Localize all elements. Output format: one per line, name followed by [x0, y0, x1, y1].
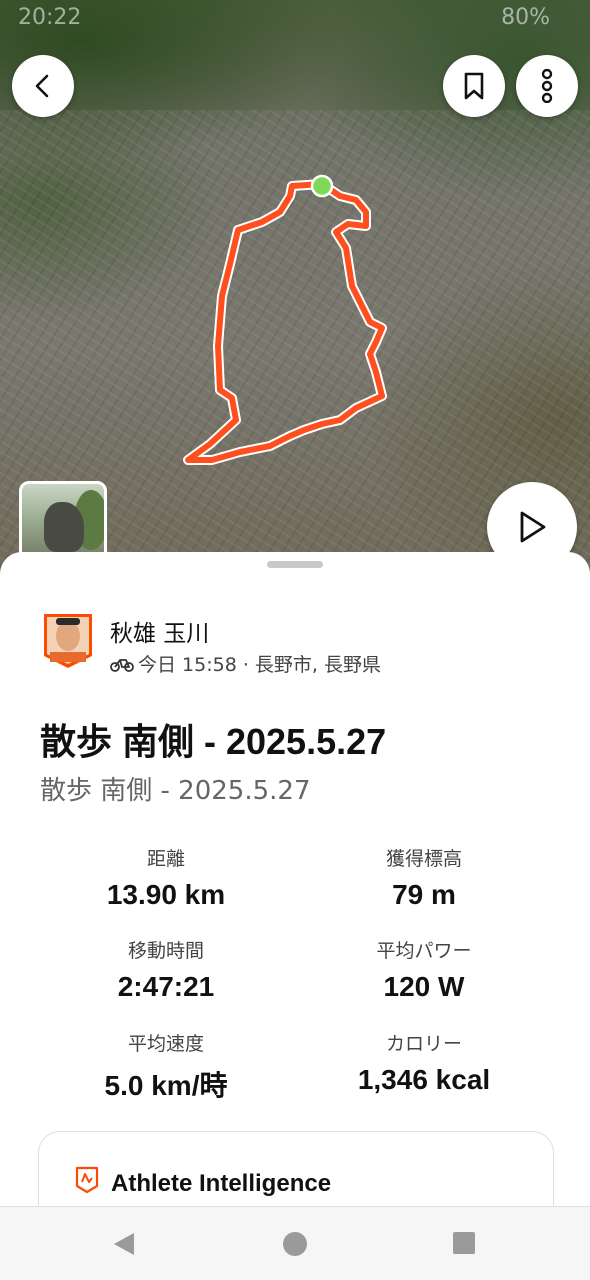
status-time: 20:22 [18, 5, 82, 30]
chevron-left-icon [35, 74, 49, 98]
nav-back-icon[interactable] [112, 1231, 136, 1257]
stat-value: 2:47:21 [117, 971, 215, 1002]
stat-label: 距離 [146, 848, 185, 870]
athlete-intelligence-icon [75, 1166, 99, 1194]
stat-label: 平均パワー [376, 940, 472, 962]
athlete-name[interactable]: 秋雄 玉川 [110, 614, 209, 648]
activity-sheet: 秋雄 玉川 今日 15:58 · 長野市, 長野県 散歩 南側 - 2025.5… [0, 552, 590, 1279]
stat-value: 120 W [383, 971, 465, 1002]
stat-value: 5.0 km/時 [104, 1070, 228, 1101]
stat-elevation-gain: 獲得標高 79 m [294, 844, 554, 911]
play-icon [520, 511, 546, 543]
stat-value: 79 m [392, 879, 456, 910]
back-button[interactable] [12, 55, 74, 117]
activity-title: 散歩 南側 - 2025.5.27 [40, 721, 387, 762]
more-options-button[interactable] [516, 55, 578, 117]
start-marker [310, 174, 334, 198]
activity-description: 散歩 南側 - 2025.5.27 [40, 776, 311, 806]
athlete-header[interactable]: 秋雄 玉川 今日 15:58 · 長野市, 長野県 [40, 612, 560, 676]
nav-recents-icon[interactable] [452, 1231, 476, 1255]
sheet-drag-handle[interactable] [267, 561, 323, 568]
avatar[interactable] [42, 612, 94, 670]
route-map[interactable]: 20:22 80% [0, 0, 590, 580]
bike-icon [110, 658, 134, 672]
stat-value: 1,346 kcal [357, 1064, 491, 1095]
stat-label: 移動時間 [127, 940, 204, 962]
more-vertical-icon [541, 69, 553, 103]
activity-time-location: 今日 15:58 · 長野市, 長野県 [138, 654, 381, 676]
stat-value: 13.90 km [106, 879, 226, 910]
bookmark-button[interactable] [443, 55, 505, 117]
stat-moving-time: 移動時間 2:47:21 [36, 936, 296, 1003]
stat-avg-power: 平均パワー 120 W [294, 936, 554, 1003]
photo-statue [44, 502, 84, 552]
status-bar: 20:22 80% [0, 0, 590, 36]
system-nav-bar [0, 1206, 590, 1280]
nav-home-icon[interactable] [282, 1231, 308, 1257]
athlete-intelligence-title: Athlete Intelligence [111, 1170, 332, 1197]
stat-label: カロリー [385, 1033, 462, 1055]
stat-label: 平均速度 [127, 1033, 204, 1055]
stat-label: 獲得標高 [385, 848, 462, 870]
stat-calories: カロリー 1,346 kcal [294, 1029, 554, 1096]
stat-distance: 距離 13.90 km [36, 844, 296, 911]
bookmark-icon [464, 72, 484, 100]
route-line-color [185, 181, 385, 463]
stat-avg-speed: 平均速度 5.0 km/時 [36, 1029, 296, 1104]
status-battery: 80% [501, 5, 550, 30]
activity-meta: 今日 15:58 · 長野市, 長野県 [110, 650, 381, 677]
